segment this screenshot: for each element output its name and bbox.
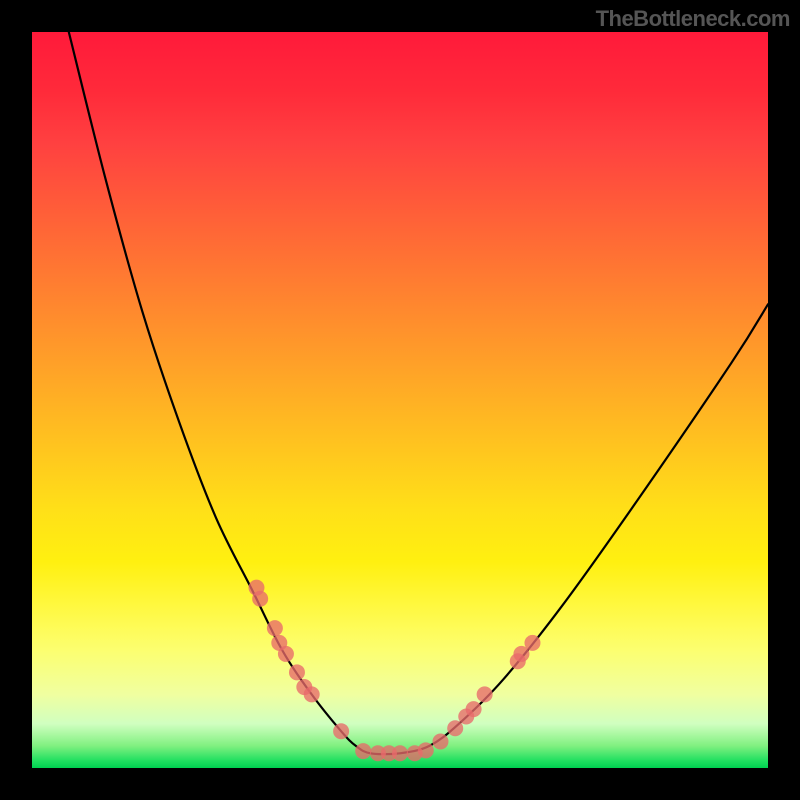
data-marker xyxy=(278,646,294,662)
data-marker xyxy=(432,734,448,750)
watermark-label: TheBottleneck.com xyxy=(596,6,790,32)
marker-group xyxy=(248,580,540,762)
data-marker xyxy=(466,701,482,717)
data-marker xyxy=(289,664,305,680)
data-marker xyxy=(524,635,540,651)
data-marker xyxy=(267,620,283,636)
data-marker xyxy=(392,745,408,761)
chart-svg xyxy=(32,32,768,768)
bottleneck-curve xyxy=(69,32,768,754)
data-marker xyxy=(477,686,493,702)
chart-frame: TheBottleneck.com xyxy=(0,0,800,800)
data-marker xyxy=(447,720,463,736)
data-marker xyxy=(252,591,268,607)
curve-group xyxy=(69,32,768,754)
data-marker xyxy=(304,686,320,702)
data-marker xyxy=(355,743,371,759)
plot-area xyxy=(32,32,768,768)
data-marker xyxy=(418,742,434,758)
data-marker xyxy=(333,723,349,739)
